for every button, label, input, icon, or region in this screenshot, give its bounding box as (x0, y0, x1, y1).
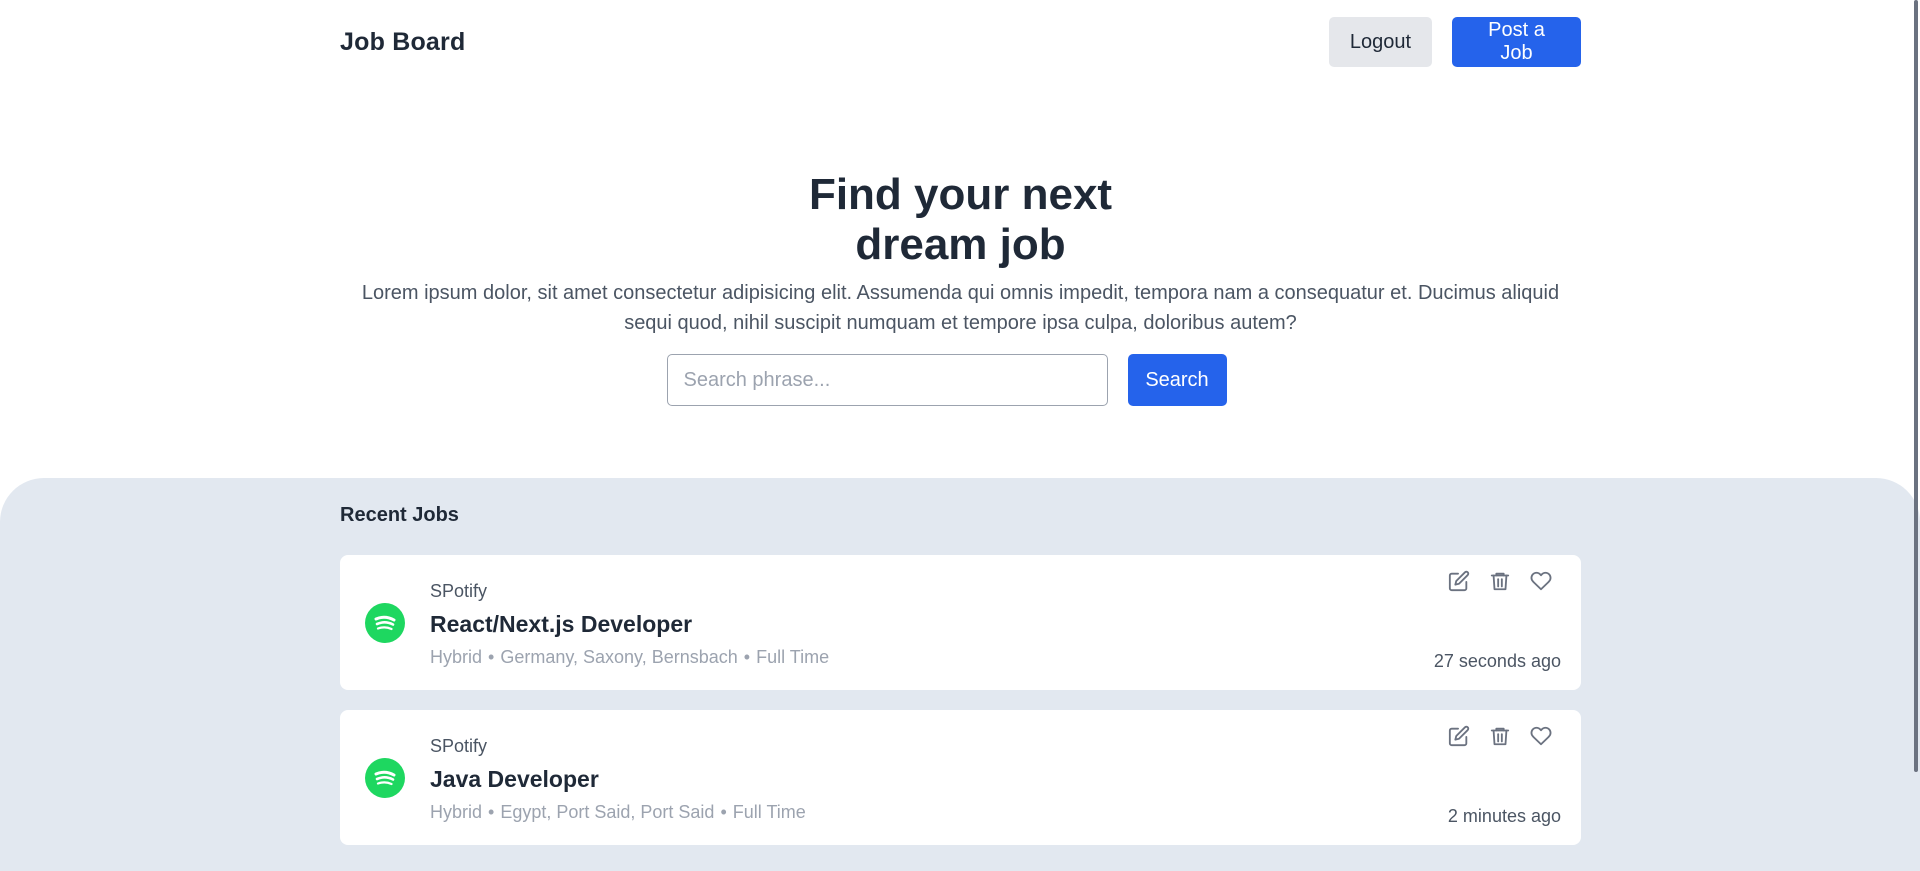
search-input[interactable] (666, 354, 1108, 406)
spotify-logo-icon (365, 758, 405, 798)
job-meta: Hybrid • Germany, Saxony, Bernsbach • Fu… (430, 647, 829, 668)
page-scrollbar[interactable] (1912, 0, 1920, 871)
search-button[interactable]: Search (1127, 354, 1227, 406)
job-type: Full Time (732, 802, 806, 822)
hero-title: Find your next dream job (808, 170, 1113, 269)
trash-icon[interactable] (1488, 569, 1512, 593)
trash-icon[interactable] (1488, 724, 1512, 748)
scrollbar-thumb[interactable] (1914, 0, 1918, 772)
job-work-mode: Hybrid (430, 647, 483, 667)
recent-jobs-section: Recent Jobs SPotify React/Next.js Develo… (0, 478, 1920, 871)
heart-icon[interactable] (1529, 724, 1553, 748)
job-list: SPotify React/Next.js Developer Hybrid •… (340, 555, 1581, 845)
search-row: Search (340, 354, 1581, 406)
posted-time: 2 minutes ago (1447, 806, 1561, 826)
header-actions: Logout Post a Job (1329, 17, 1581, 67)
posted-time: 27 seconds ago (1433, 651, 1561, 671)
company-name: SPotify (430, 736, 488, 756)
page: Job Board Logout Post a Job Find your ne… (0, 0, 1920, 871)
job-info: SPotify Java Developer Hybrid • Egypt, P… (430, 736, 806, 823)
heart-icon[interactable] (1529, 569, 1553, 593)
job-card[interactable]: SPotify React/Next.js Developer Hybrid •… (340, 555, 1581, 690)
job-work-mode: Hybrid (430, 802, 483, 822)
brand-logo[interactable]: Job Board (340, 28, 465, 57)
job-location: Egypt, Port Said, Port Said (500, 802, 715, 822)
recent-jobs-title: Recent Jobs (340, 504, 459, 526)
job-title[interactable]: Java Developer (430, 766, 806, 796)
hero-section: Find your next dream job Lorem ipsum dol… (340, 160, 1581, 406)
job-card-actions (1447, 569, 1553, 593)
hero-description: Lorem ipsum dolor, sit amet consectetur … (361, 282, 1560, 334)
separator-dot: • (488, 647, 495, 667)
post-job-button[interactable]: Post a Job (1452, 17, 1581, 67)
job-title[interactable]: React/Next.js Developer (430, 611, 829, 641)
recent-jobs-container: Recent Jobs SPotify React/Next.js Develo… (340, 478, 1581, 845)
edit-icon[interactable] (1447, 724, 1471, 748)
separator-dot: • (488, 802, 495, 822)
spotify-logo-icon (365, 603, 405, 643)
job-info: SPotify React/Next.js Developer Hybrid •… (430, 581, 829, 668)
company-name: SPotify (430, 581, 488, 601)
site-header: Job Board Logout Post a Job (340, 0, 1581, 84)
logout-button[interactable]: Logout (1329, 17, 1432, 67)
separator-dot: • (743, 647, 751, 667)
job-card[interactable]: SPotify Java Developer Hybrid • Egypt, P… (340, 710, 1581, 845)
job-meta: Hybrid • Egypt, Port Said, Port Said • F… (430, 802, 806, 823)
edit-icon[interactable] (1447, 569, 1471, 593)
separator-dot: • (720, 802, 727, 822)
job-card-actions (1447, 724, 1553, 748)
job-location: Germany, Saxony, Bernsbach (500, 647, 738, 667)
job-type: Full Time (756, 647, 830, 667)
